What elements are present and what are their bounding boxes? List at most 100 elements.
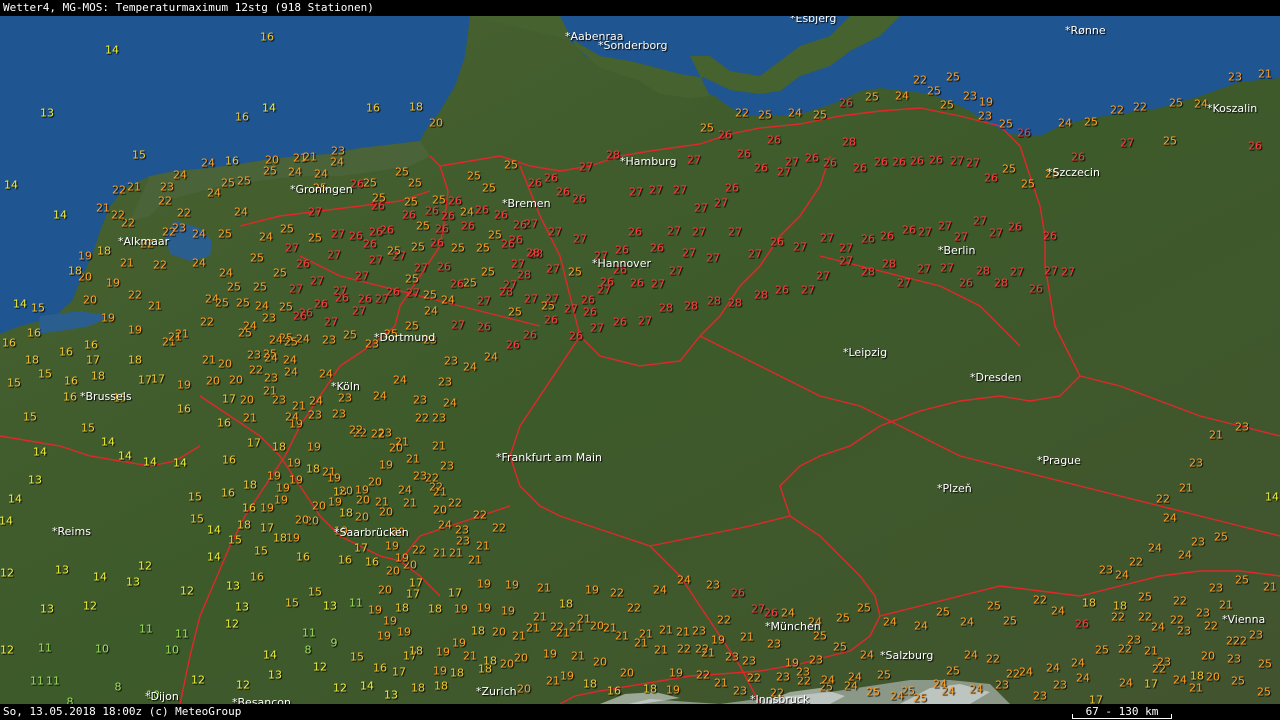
temperature-value: 25: [987, 599, 1001, 613]
temperature-value: 22: [371, 427, 385, 441]
temperature-value: 19: [276, 481, 290, 495]
temperature-value: 21: [1179, 481, 1193, 495]
temperature-value: 26: [630, 276, 644, 290]
temperature-value: 10: [165, 643, 179, 657]
temperature-value: 26: [1017, 126, 1031, 140]
temperature-value: 26: [628, 225, 642, 239]
temperature-value: 24: [860, 648, 874, 662]
temperature-value: 25: [404, 195, 418, 209]
temperature-value: 25: [1169, 96, 1183, 110]
temperature-value: 27: [451, 318, 465, 332]
temperature-value: 20: [492, 625, 506, 639]
temperature-value: 24: [330, 155, 344, 169]
temperature-value: 14: [118, 449, 132, 463]
temperature-value: 26: [572, 192, 586, 206]
temperature-value: 11: [349, 596, 363, 610]
temperature-value: 21: [512, 629, 526, 643]
temperature-value: 27: [369, 253, 383, 267]
temperature-value: 24: [1148, 541, 1162, 555]
temperature-value: 11: [175, 627, 189, 641]
temperature-value: 19: [287, 456, 301, 470]
temperature-value: 27: [546, 262, 560, 276]
temperature-value: 19: [979, 95, 993, 109]
temperature-value: 16: [607, 684, 621, 698]
temperature-value: 24: [1178, 548, 1192, 562]
temperature-value: 25: [363, 176, 377, 190]
temperature-value: 23: [160, 180, 174, 194]
temperature-map[interactable]: 14 16 13 16 14 16 18 20 15 14 14 16 20 21 14 15 16 15 15 14…: [0, 13, 1280, 720]
temperature-value: 23: [725, 650, 739, 664]
temperature-value: 23: [767, 637, 781, 651]
temperature-value: 24: [393, 373, 407, 387]
temperature-value: 26: [544, 313, 558, 327]
temperature-value: 21: [303, 150, 317, 164]
temperature-value: 24: [309, 394, 323, 408]
temperature-value: 23: [1196, 606, 1210, 620]
temperature-value: 26: [839, 96, 853, 110]
temperature-value: 26: [363, 237, 377, 251]
temperature-value: 16: [365, 555, 379, 569]
temperature-value: 19: [452, 636, 466, 650]
temperature-value: 27: [839, 241, 853, 255]
temperature-value: 19: [274, 493, 288, 507]
temperature-value: 18: [409, 644, 423, 658]
temperature-value: 20: [1206, 670, 1220, 684]
temperature-value: 25: [250, 251, 264, 265]
temperature-value: 13: [40, 106, 54, 120]
temperature-value: 23: [706, 578, 720, 592]
temperature-value: 16: [225, 154, 239, 168]
temperature-value: 24: [269, 333, 283, 347]
temperature-value: 14: [101, 435, 115, 449]
temperature-value: 27: [839, 254, 853, 268]
temperature-value: 22: [1033, 593, 1047, 607]
temperature-value: 23: [262, 311, 276, 325]
temperature-value: 25: [1095, 643, 1109, 657]
temperature-value: 19: [307, 440, 321, 454]
temperature-value: 21: [148, 299, 162, 313]
temperature-value: 27: [289, 282, 303, 296]
temperature-value: 18: [306, 462, 320, 476]
city-label: Rønne: [1065, 25, 1106, 36]
temperature-value: 25: [946, 664, 960, 678]
temperature-value: 16: [222, 453, 236, 467]
temperature-value: 27: [324, 315, 338, 329]
temperature-value: 25: [284, 335, 298, 349]
temperature-value: 22: [677, 642, 691, 656]
temperature-value: 16: [2, 336, 16, 350]
temperature-value: 18: [434, 679, 448, 693]
temperature-value: 26: [770, 235, 784, 249]
temperature-value: 16: [84, 338, 98, 352]
temperature-value: 24: [219, 266, 233, 280]
temperature-value: 23: [963, 89, 977, 103]
temperature-value: 16: [221, 486, 235, 500]
temperature-value: 23: [1177, 624, 1191, 638]
temperature-value: 27: [820, 231, 834, 245]
temperature-value: 25: [221, 176, 235, 190]
temperature-value: 24: [319, 367, 333, 381]
temperature-value: 24: [1194, 97, 1208, 111]
city-label: Bremen: [502, 198, 551, 209]
temperature-value: 26: [910, 154, 924, 168]
temperature-value: 16: [235, 110, 249, 124]
temperature-value: 23: [456, 534, 470, 548]
temperature-value: 22: [1111, 610, 1125, 624]
temperature-value: 24: [914, 619, 928, 633]
temperature-value: 22: [448, 496, 462, 510]
temperature-value: 25: [1257, 685, 1271, 699]
temperature-value: 27: [966, 156, 980, 170]
city-label: München: [765, 621, 821, 632]
temperature-value: 13: [384, 688, 398, 702]
temperature-value: 27: [687, 153, 701, 167]
temperature-value: 22: [249, 363, 263, 377]
temperature-value: 15: [254, 544, 268, 558]
temperature-value: 27: [669, 264, 683, 278]
temperature-value: 18: [128, 353, 142, 367]
temperature-value: 28: [707, 294, 721, 308]
temperature-value: 28: [976, 264, 990, 278]
temperature-value: 27: [573, 232, 587, 246]
temperature-value: 26: [435, 222, 449, 236]
temperature-value: 19: [397, 625, 411, 639]
status-bar: So, 13.05.2018 18:00z (c) MeteoGroup 67 …: [0, 704, 1280, 720]
temperature-value: 18: [428, 602, 442, 616]
temperature-value: 25: [405, 272, 419, 286]
